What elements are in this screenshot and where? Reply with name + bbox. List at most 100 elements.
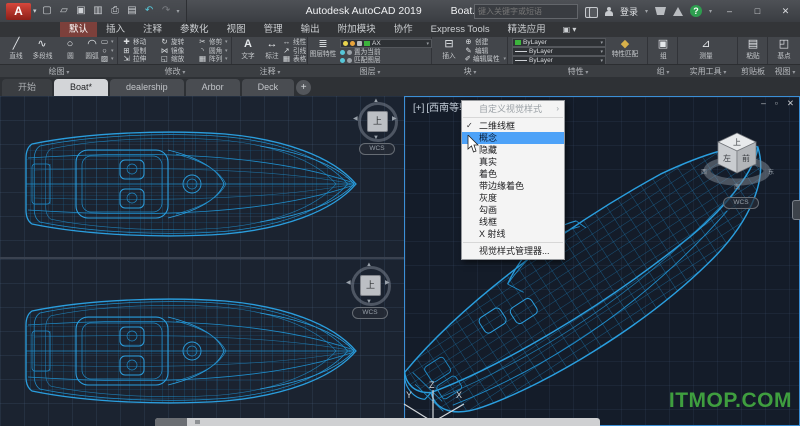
app-store-cart-icon[interactable] xyxy=(654,7,666,15)
menu-item-shades-of-gray[interactable]: 灰度 xyxy=(462,192,564,204)
viewcube-top-face[interactable]: 上 xyxy=(360,275,381,296)
ribbon-tab-insert[interactable]: 插入 xyxy=(97,22,134,37)
menu-item-visual-styles-manager[interactable]: 视觉样式管理器... xyxy=(462,245,564,257)
rectangle-tool-button[interactable]: ▭ ▾ xyxy=(100,38,114,46)
viewcube-arrow-down-icon: ▼ xyxy=(366,299,372,305)
scale-button[interactable]: ◱ 缩放 xyxy=(160,55,194,63)
ribbon-tab-featured-apps[interactable]: 精选应用 xyxy=(499,22,555,37)
group-button[interactable]: ▣ 组 xyxy=(649,38,677,61)
polyline-button[interactable]: ∿ 多段线 xyxy=(28,38,56,61)
menu-item-wireframe[interactable]: 线框 xyxy=(462,216,564,228)
linear-dim-button[interactable]: ↔ 线性 xyxy=(282,38,308,46)
stretch-button[interactable]: ⇲ 拉伸 xyxy=(122,55,156,63)
compass-south-label: 南 xyxy=(734,183,740,191)
ribbon-tab-collaborate[interactable]: 协作 xyxy=(385,22,422,37)
object-color-dropdown[interactable]: ByLayer ▾ xyxy=(512,38,606,47)
base-point-button[interactable]: ◰ 基点 xyxy=(770,38,798,61)
menu-item-2d-wireframe[interactable]: ✓ 二维线框 xyxy=(462,120,564,132)
ribbon-tab-output[interactable]: 输出 xyxy=(292,22,329,37)
viewcube-3d[interactable]: 北 东 南 西 上 左 前 xyxy=(699,129,775,205)
menu-item-sketchy[interactable]: 勾画 xyxy=(462,204,564,216)
paste-button[interactable]: ▤ 粘贴 xyxy=(739,38,767,61)
command-line-bar[interactable] xyxy=(155,418,600,426)
print-icon[interactable]: ▤ xyxy=(126,1,139,21)
file-tab-arbor[interactable]: Arbor xyxy=(185,79,240,96)
match-layer-button[interactable]: 匹配图层 xyxy=(340,56,382,64)
line-button[interactable]: ╱ 直线 xyxy=(2,38,30,61)
viewport-plus-control[interactable]: [+] xyxy=(412,103,425,114)
command-line-icon xyxy=(195,420,200,424)
ribbon-options-icon[interactable]: ▣ ▾ xyxy=(555,22,585,37)
file-tab-deck[interactable]: Deck xyxy=(241,79,295,96)
minimize-button[interactable]: – xyxy=(719,0,740,22)
measure-button[interactable]: ⊿ 测量 xyxy=(692,38,720,61)
plot-icon[interactable]: ⎙ xyxy=(109,1,122,21)
new-drawing-tab-button[interactable]: + xyxy=(296,80,312,95)
rotate-button[interactable]: ↻ 旋转 xyxy=(160,38,194,46)
ribbon-tab-parametric[interactable]: 参数化 xyxy=(171,22,218,37)
maximize-button[interactable]: □ xyxy=(747,0,768,22)
viewport-top-plan[interactable]: ▲ ▼ ◀ ▶ 上 WCS xyxy=(0,96,404,257)
save-icon[interactable]: ▣ xyxy=(75,1,88,21)
viewport-bottom-plan[interactable]: ▲ ▼ ◀ ▶ 上 WCS xyxy=(0,259,404,426)
app-menu-caret-icon[interactable]: ▾ xyxy=(33,7,37,15)
table-button[interactable]: ▦ 表格 xyxy=(282,55,308,63)
trim-button[interactable]: ✂ 修剪 ▾ xyxy=(198,38,232,46)
help-icon[interactable]: ? xyxy=(689,5,702,17)
ribbon-tab-manage[interactable]: 管理 xyxy=(255,22,292,37)
help-search-input[interactable] xyxy=(473,3,578,19)
drawing-area: ▲ ▼ ◀ ▶ 上 WCS ▲ ▼ ◀ ▶ 上 WCS 东 南 西 上 左 前 … xyxy=(0,96,800,426)
new-file-icon[interactable]: ▢ xyxy=(41,1,54,21)
layer-properties-button[interactable]: ≣ 图层特性 xyxy=(309,38,337,58)
wcs-dropdown[interactable]: WCS xyxy=(359,143,395,155)
panel-clipboard: ▤ 粘贴 xyxy=(738,37,768,64)
viewcube-left-label: 左 xyxy=(723,153,731,163)
navigation-bar-fragment[interactable] xyxy=(792,200,800,220)
viewcube-2d-top[interactable]: ▲ ▼ ◀ ▶ 上 WCS xyxy=(353,98,399,157)
close-button[interactable]: ✕ xyxy=(775,0,796,22)
menu-item-custom-visual-styles: 自定义视觉样式 › xyxy=(479,104,559,114)
autocad-logo[interactable]: A xyxy=(6,2,31,20)
menu-item-realistic[interactable]: 真实 xyxy=(462,156,564,168)
base-point-icon: ◰ xyxy=(778,38,790,50)
create-block-button[interactable]: ⊕ 创建 xyxy=(464,38,506,46)
file-tab-start[interactable]: 开始 xyxy=(2,79,53,96)
file-tab-boat[interactable]: Boat* xyxy=(54,79,109,96)
lineweight-dropdown[interactable]: ByLayer ▾ xyxy=(512,47,606,56)
panel-layers: ≣ 图层特性 AX ▾ 置为当前 匹配图层 xyxy=(308,37,432,64)
menu-item-shaded-with-edges[interactable]: 带边缘着色 xyxy=(462,180,564,192)
array-button[interactable]: ▦ 阵列 ▾ xyxy=(198,55,232,63)
qat-customize-caret-icon[interactable]: ▾ xyxy=(177,8,180,15)
wcs-dropdown-3d[interactable]: WCS xyxy=(723,197,759,209)
open-file-icon[interactable]: ▱ xyxy=(58,1,71,21)
hatch-tool-button[interactable]: ▨ ▾ xyxy=(100,55,114,63)
ribbon-tab-annotate[interactable]: 注释 xyxy=(134,22,171,37)
save-as-icon[interactable]: ▥ xyxy=(92,1,105,21)
ribbon-tab-view[interactable]: 视图 xyxy=(218,22,255,37)
edit-attributes-button[interactable]: ✐ 编辑属性 ▾ xyxy=(464,55,506,63)
user-icon[interactable] xyxy=(604,6,613,16)
match-properties-button[interactable]: ◆ 特性匹配 xyxy=(608,38,642,58)
doc-close-button[interactable]: ✕ xyxy=(787,98,794,109)
search-binoculars-icon[interactable] xyxy=(584,6,598,18)
undo-icon[interactable]: ↶ xyxy=(143,1,156,21)
ribbon-tab-addins[interactable]: 附加模块 xyxy=(329,22,385,37)
signin-caret-icon[interactable]: ▾ xyxy=(645,8,648,15)
file-tab-dealership[interactable]: dealership xyxy=(110,79,184,96)
edit-attributes-icon: ✐ xyxy=(464,54,471,63)
doc-minimize-button[interactable]: – xyxy=(761,98,766,109)
insert-block-button[interactable]: ⊟ 插入 xyxy=(435,38,463,61)
command-line-grip[interactable] xyxy=(155,418,187,426)
menu-item-xray[interactable]: X 射线 xyxy=(462,228,564,240)
menu-item-shaded[interactable]: 着色 xyxy=(462,168,564,180)
help-caret-icon[interactable]: ▾ xyxy=(709,8,712,15)
sign-in-label[interactable]: 登录 xyxy=(620,5,638,18)
ribbon-tab-express-tools[interactable]: Express Tools xyxy=(422,22,499,37)
autodesk-a360-icon[interactable] xyxy=(672,6,683,16)
viewcube-top-face[interactable]: 上 xyxy=(367,111,388,132)
move-button[interactable]: ✚ 移动 xyxy=(122,38,156,46)
doc-restore-button[interactable]: ▫ xyxy=(775,98,778,109)
redo-icon[interactable]: ↷ xyxy=(160,1,173,21)
ribbon-tab-home[interactable]: 默认 xyxy=(60,22,98,37)
sun-icon xyxy=(350,41,355,46)
